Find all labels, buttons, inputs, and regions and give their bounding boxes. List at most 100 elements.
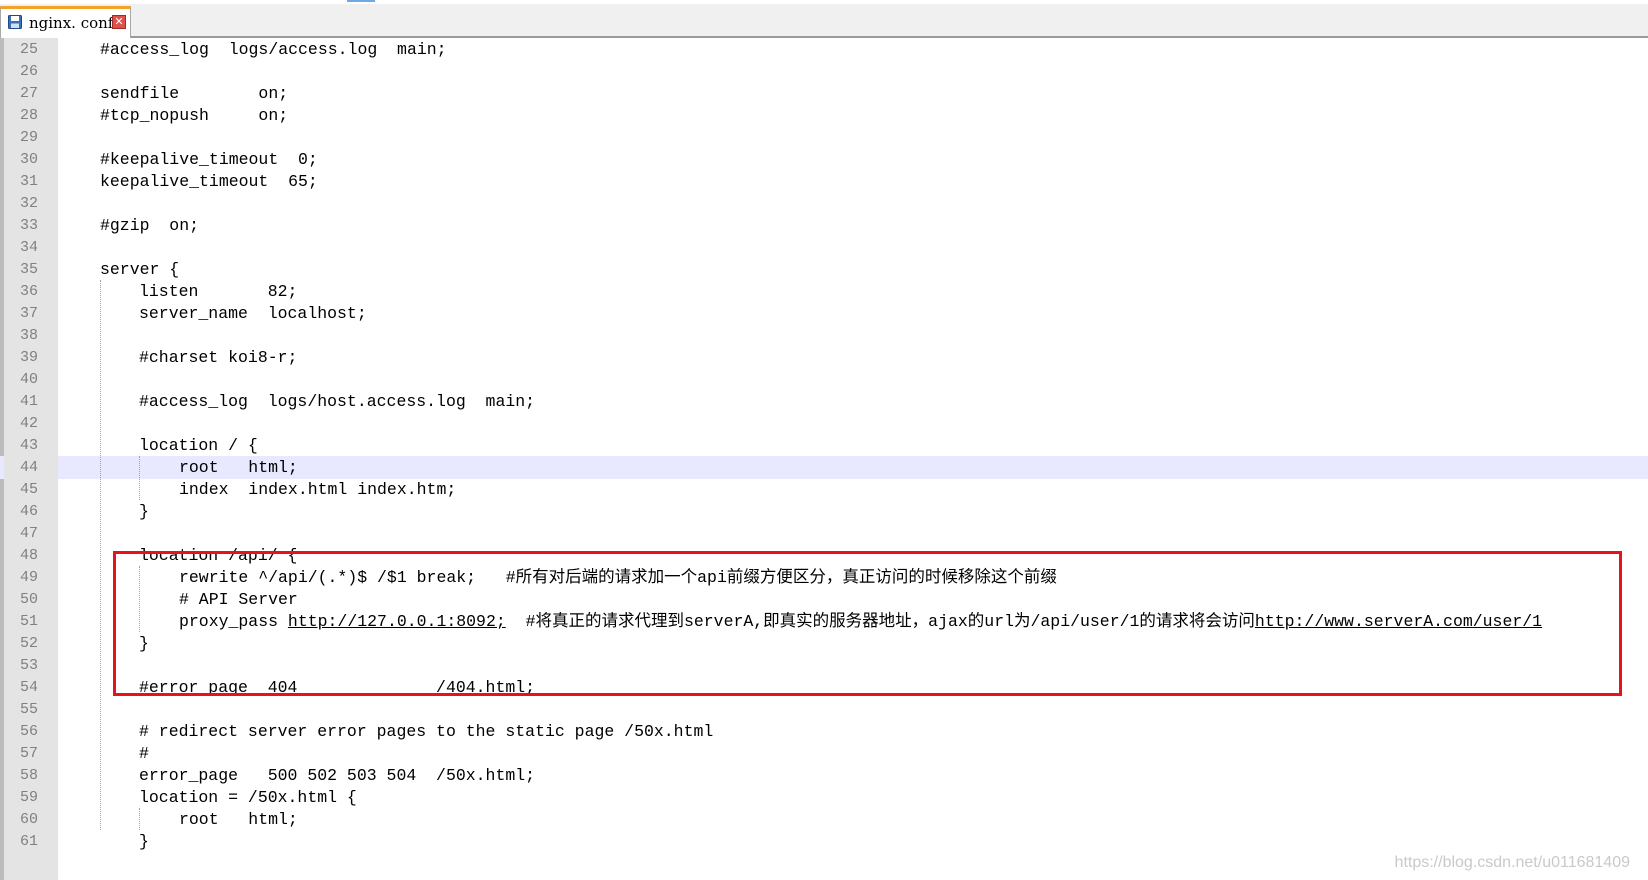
- code-line[interactable]: 35 server {: [0, 258, 1648, 281]
- code-segment: # API Server: [179, 590, 298, 609]
- code-segment: keepalive_timeout 65;: [100, 172, 318, 191]
- code-text: proxy_pass http://127.0.0.1:8092; #将真正的请…: [179, 610, 1542, 633]
- code-segment: server_name localhost;: [139, 304, 367, 323]
- line-number: 53: [20, 657, 39, 674]
- indent-guide: [100, 280, 101, 830]
- code-line[interactable]: 45 index index.html index.htm;: [0, 478, 1648, 501]
- tab-label: nginx. conf: [29, 14, 114, 32]
- line-number: 35: [20, 261, 39, 278]
- line-number: 28: [20, 107, 39, 124]
- line-number: 60: [20, 811, 39, 828]
- code-line[interactable]: 42: [0, 412, 1648, 435]
- line-number: 31: [20, 173, 39, 190]
- line-number: 59: [20, 789, 39, 806]
- code-line[interactable]: 44 root html;: [0, 456, 1648, 479]
- code-segment: error_page 500 502 503 504 /50x.html;: [139, 766, 536, 785]
- close-icon[interactable]: ✕: [112, 15, 126, 29]
- notepadpp-window: nginx. conf ✕ 25 #access_log logs/access.…: [0, 0, 1648, 880]
- code-line[interactable]: 33 #gzip on;: [0, 214, 1648, 237]
- line-number: 57: [20, 745, 39, 762]
- toolbar-strip: [0, 0, 1648, 4]
- code-text: # redirect server error pages to the sta…: [139, 720, 713, 743]
- code-line[interactable]: 38: [0, 324, 1648, 347]
- line-number: 44: [4, 456, 58, 479]
- indent-guide: [139, 456, 140, 500]
- url-link[interactable]: http://www.serverA.com/user/1: [1255, 612, 1542, 631]
- code-text: root html;: [179, 456, 298, 479]
- code-text: location = /50x.html {: [139, 786, 357, 809]
- code-text: sendfile on;: [100, 82, 288, 105]
- code-line[interactable]: 32: [0, 192, 1648, 215]
- line-number: 37: [20, 305, 39, 322]
- code-line[interactable]: 54 #error_page 404 /404.html;: [0, 676, 1648, 699]
- code-editor[interactable]: 25 #access_log logs/access.log main; 26 27 s…: [0, 38, 1648, 880]
- code-line[interactable]: 36 listen 82;: [0, 280, 1648, 303]
- code-segment: location = /50x.html {: [139, 788, 357, 807]
- code-line[interactable]: 30 #keepalive_timeout 0;: [0, 148, 1648, 171]
- code-line[interactable]: 39 #charset koi8-r;: [0, 346, 1648, 369]
- code-line[interactable]: 29: [0, 126, 1648, 149]
- code-segment: }: [139, 832, 149, 851]
- url-link[interactable]: http://127.0.0.1:8092;: [288, 612, 506, 631]
- code-line[interactable]: 43 location / {: [0, 434, 1648, 457]
- line-number: 61: [20, 833, 39, 850]
- code-line[interactable]: 48 location /api/ {: [0, 544, 1648, 567]
- code-segment: root html;: [179, 458, 298, 477]
- code-line[interactable]: 46}: [0, 500, 1648, 523]
- code-line[interactable]: 57 #: [0, 742, 1648, 765]
- code-line[interactable]: 47: [0, 522, 1648, 545]
- line-number: 32: [20, 195, 39, 212]
- code-line[interactable]: 55: [0, 698, 1648, 721]
- code-text: listen 82;: [139, 280, 297, 303]
- code-segment: #error_page 404 /404.html;: [139, 678, 536, 697]
- code-line[interactable]: 40: [0, 368, 1648, 391]
- code-line[interactable]: 34: [0, 236, 1648, 259]
- code-line[interactable]: 27 sendfile on;: [0, 82, 1648, 105]
- line-number: 30: [20, 151, 39, 168]
- code-segment: #: [139, 744, 149, 763]
- code-text: rewrite ^/api/(.*)$ /$1 break; #所有对后端的请求…: [179, 566, 1057, 589]
- line-number: 52: [20, 635, 39, 652]
- code-segment: }: [139, 634, 149, 653]
- code-segment: root html;: [179, 810, 298, 829]
- code-text: #keepalive_timeout 0;: [100, 148, 318, 171]
- code-line[interactable]: 61}: [0, 830, 1648, 853]
- line-number: 48: [20, 547, 39, 564]
- code-line[interactable]: 50 # API Server: [0, 588, 1648, 611]
- code-line[interactable]: 26: [0, 60, 1648, 83]
- code-line[interactable]: 58 error_page 500 502 503 504 /50x.html;: [0, 764, 1648, 787]
- code-line[interactable]: 41 #access_log logs/host.access.log main;: [0, 390, 1648, 413]
- code-text: location /api/ {: [139, 544, 297, 567]
- line-number: 54: [20, 679, 39, 696]
- line-number: 49: [20, 569, 39, 586]
- line-number: 38: [20, 327, 39, 344]
- code-line[interactable]: 53: [0, 654, 1648, 677]
- line-number: 50: [20, 591, 39, 608]
- code-text: keepalive_timeout 65;: [100, 170, 318, 193]
- code-text: #access_log logs/host.access.log main;: [139, 390, 535, 413]
- line-number: 55: [20, 701, 39, 718]
- code-line[interactable]: 56 # redirect server error pages to the s…: [0, 720, 1648, 743]
- code-segment: #access_log logs/host.access.log main;: [139, 392, 536, 411]
- code-segment: location /api/ {: [139, 546, 298, 565]
- code-line[interactable]: 52}: [0, 632, 1648, 655]
- code-line[interactable]: 28 #tcp_nopush on;: [0, 104, 1648, 127]
- code-line[interactable]: 49 rewrite ^/api/(.*)$ /$1 break; #所有对后端的…: [0, 566, 1648, 589]
- line-number: 25: [20, 41, 39, 58]
- tab-nginx-conf[interactable]: nginx. conf ✕: [0, 6, 131, 38]
- watermark: https://blog.csdn.net/u011681409: [1394, 854, 1630, 871]
- code-segment: #charset koi8-r;: [139, 348, 298, 367]
- line-number: 43: [20, 437, 39, 454]
- code-line[interactable]: 31 keepalive_timeout 65;: [0, 170, 1648, 193]
- line-number: 51: [20, 613, 39, 630]
- code-segment: #tcp_nopush on;: [100, 106, 289, 125]
- line-number: 58: [20, 767, 39, 784]
- code-segment: #gzip on;: [100, 216, 200, 235]
- code-line[interactable]: 60 root html;: [0, 808, 1648, 831]
- code-line[interactable]: 25 #access_log logs/access.log main;: [0, 38, 1648, 61]
- code-line[interactable]: 37 server_name localhost;: [0, 302, 1648, 325]
- line-number: 26: [20, 63, 39, 80]
- code-line[interactable]: 59 location = /50x.html {: [0, 786, 1648, 809]
- code-segment: index index.html index.htm;: [179, 480, 457, 499]
- code-line[interactable]: 51 proxy_pass http://127.0.0.1:8092; #将真正…: [0, 610, 1648, 633]
